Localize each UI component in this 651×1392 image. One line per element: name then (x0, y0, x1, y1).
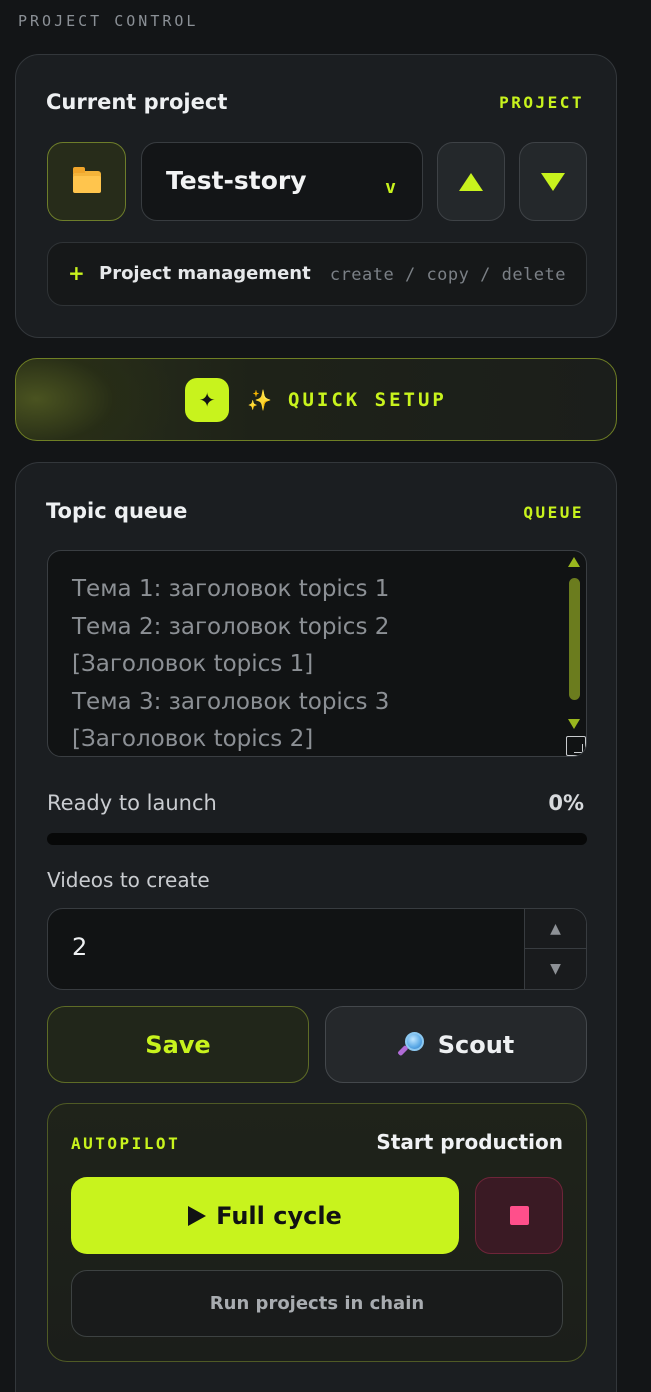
quick-setup-label: QUICK SETUP (288, 388, 447, 411)
open-folder-button[interactable] (47, 142, 126, 221)
plus-icon: + (68, 261, 85, 285)
decrement-icon[interactable]: ▼ (525, 949, 586, 989)
topic-queue-textarea[interactable]: Тема 1: заголовок topics 1 Тема 2: загол… (47, 550, 587, 757)
autopilot-tag: AUTOPILOT (71, 1134, 181, 1153)
move-project-down-button[interactable] (519, 142, 587, 221)
project-management-label: Project management (99, 263, 311, 284)
section-label: PROJECT CONTROL (18, 12, 199, 30)
magnifier-icon (396, 1031, 424, 1058)
triangle-down-icon (541, 172, 565, 191)
launch-progress-bar (47, 833, 587, 845)
sparkle-icon: ✨ (247, 387, 273, 412)
queue-card: Topic queue QUEUE Тема 1: заголовок topi… (15, 462, 617, 1392)
stop-button[interactable] (475, 1177, 563, 1254)
scroll-up-icon[interactable] (568, 557, 580, 567)
project-management-button[interactable]: + Project management create / copy / del… (47, 242, 587, 306)
full-cycle-button[interactable]: Full cycle (71, 1177, 459, 1254)
autopilot-panel: AUTOPILOT Start production Full cycle Ru… (47, 1103, 587, 1362)
full-cycle-label: Full cycle (216, 1201, 342, 1230)
videos-count-input[interactable]: 2 ▲ ▼ (47, 908, 587, 990)
folder-icon (72, 166, 101, 193)
triangle-up-icon (459, 172, 483, 191)
videos-count-value: 2 (72, 933, 88, 961)
autopilot-title: Start production (376, 1130, 563, 1154)
resize-handle-icon[interactable] (566, 736, 586, 756)
project-tag: PROJECT (499, 93, 584, 112)
project-select-value: Test-story (166, 166, 307, 195)
scout-button-label: Scout (437, 1030, 515, 1059)
scout-button[interactable]: Scout (325, 1006, 587, 1083)
move-project-up-button[interactable] (437, 142, 505, 221)
run-chain-label: Run projects in chain (209, 1293, 425, 1314)
ready-to-launch-label: Ready to launch (47, 791, 217, 815)
topic-queue-text: Тема 1: заголовок topics 1 Тема 2: загол… (72, 576, 390, 752)
stop-icon (509, 1206, 529, 1225)
quick-setup-badge-icon: ✦ (185, 377, 230, 422)
save-button-label: Save (145, 1030, 211, 1059)
scrollbar-thumb[interactable] (569, 578, 580, 700)
videos-to-create-label: Videos to create (47, 868, 210, 892)
queue-card-title: Topic queue (46, 499, 188, 523)
increment-icon[interactable]: ▲ (525, 909, 586, 949)
chevron-down-icon: v (385, 177, 396, 198)
project-card: Current project PROJECT Test-story v + P… (15, 54, 617, 338)
topic-queue-scrollbar[interactable] (566, 554, 583, 729)
project-select[interactable]: Test-story v (141, 142, 423, 221)
project-card-title: Current project (46, 90, 228, 114)
queue-tag: QUEUE (523, 503, 584, 522)
videos-count-stepper[interactable]: ▲ ▼ (524, 909, 586, 989)
quick-setup-button[interactable]: ✦ ✨ QUICK SETUP (15, 358, 617, 441)
save-button[interactable]: Save (47, 1006, 309, 1083)
scroll-down-icon[interactable] (568, 719, 580, 729)
ready-percent: 0% (548, 791, 584, 815)
run-chain-button[interactable]: Run projects in chain (71, 1270, 563, 1337)
project-management-hint: create / copy / delete (329, 265, 566, 285)
play-icon (188, 1205, 207, 1226)
